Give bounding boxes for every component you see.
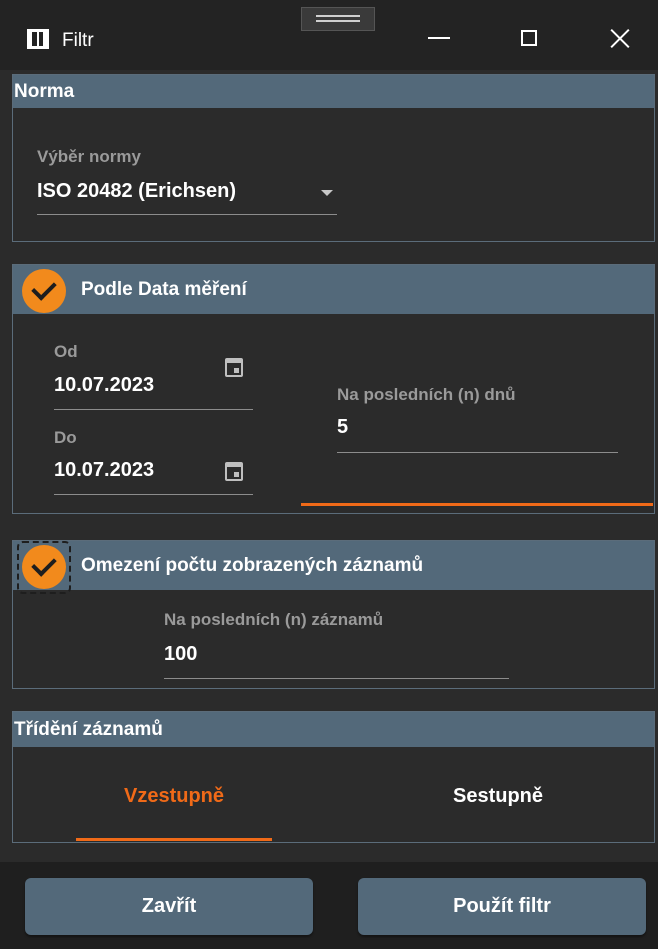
days-input[interactable]: 5 xyxy=(337,416,348,439)
window-title: Filtr xyxy=(62,30,94,51)
date-from-label: Od xyxy=(54,342,78,361)
days-underline xyxy=(337,452,618,453)
close-button[interactable]: Zavřít xyxy=(25,878,313,935)
count-filter-header: Omezení počtu zobrazených záznamů xyxy=(13,541,654,590)
sort-tab-indicator xyxy=(76,838,272,841)
focus-indicator xyxy=(301,503,653,506)
sorting-header: Třídění záznamů xyxy=(13,712,654,747)
date-from-input[interactable]: 10.07.2023 xyxy=(54,374,154,397)
days-label: Na posledních (n) dnů xyxy=(337,385,516,404)
norma-select-label: Výběr normy xyxy=(37,147,141,166)
drag-handle-icon[interactable] xyxy=(301,7,375,31)
sorting-title: Třídění záznamů xyxy=(14,718,163,740)
sorting-section: Třídění záznamů xyxy=(12,711,655,843)
minimize-icon xyxy=(428,37,450,39)
sort-ascending-tab[interactable]: Vzestupně xyxy=(76,785,272,808)
records-underline xyxy=(164,678,509,679)
maximize-icon xyxy=(521,30,537,46)
date-filter-title: Podle Data měření xyxy=(81,278,247,300)
calendar-icon[interactable] xyxy=(225,358,243,377)
checkmark-icon xyxy=(31,275,57,301)
date-to-input[interactable]: 10.07.2023 xyxy=(54,459,154,482)
calendar-icon[interactable] xyxy=(225,462,243,481)
norma-title: Norma xyxy=(14,80,75,102)
norma-header: Norma xyxy=(13,75,654,108)
apply-filter-button[interactable]: Použít filtr xyxy=(358,878,646,935)
close-window-button[interactable] xyxy=(594,14,646,62)
norma-select[interactable]: ISO 20482 (Erichsen) xyxy=(37,174,337,216)
records-label: Na posledních (n) záznamů xyxy=(164,610,384,629)
checkbox-focus-outline xyxy=(17,541,71,594)
date-to-label: Do xyxy=(54,428,77,447)
chevron-down-icon xyxy=(321,190,333,196)
maximize-button[interactable] xyxy=(503,14,555,62)
date-filter-header: Podle Data měření xyxy=(13,265,654,314)
title-bar[interactable]: Filtr xyxy=(0,0,658,70)
count-filter-title: Omezení počtu zobrazených záznamů xyxy=(81,554,424,576)
close-icon xyxy=(609,27,631,49)
minimize-button[interactable] xyxy=(413,14,465,62)
date-to-underline xyxy=(54,494,253,495)
date-from-underline xyxy=(54,409,253,410)
records-input[interactable]: 100 xyxy=(164,643,197,666)
norma-select-value: ISO 20482 (Erichsen) xyxy=(37,180,236,202)
app-icon xyxy=(27,29,49,49)
sort-descending-tab[interactable]: Sestupně xyxy=(400,785,596,808)
date-filter-checkbox[interactable] xyxy=(22,269,66,313)
norma-select-underline xyxy=(37,214,337,215)
